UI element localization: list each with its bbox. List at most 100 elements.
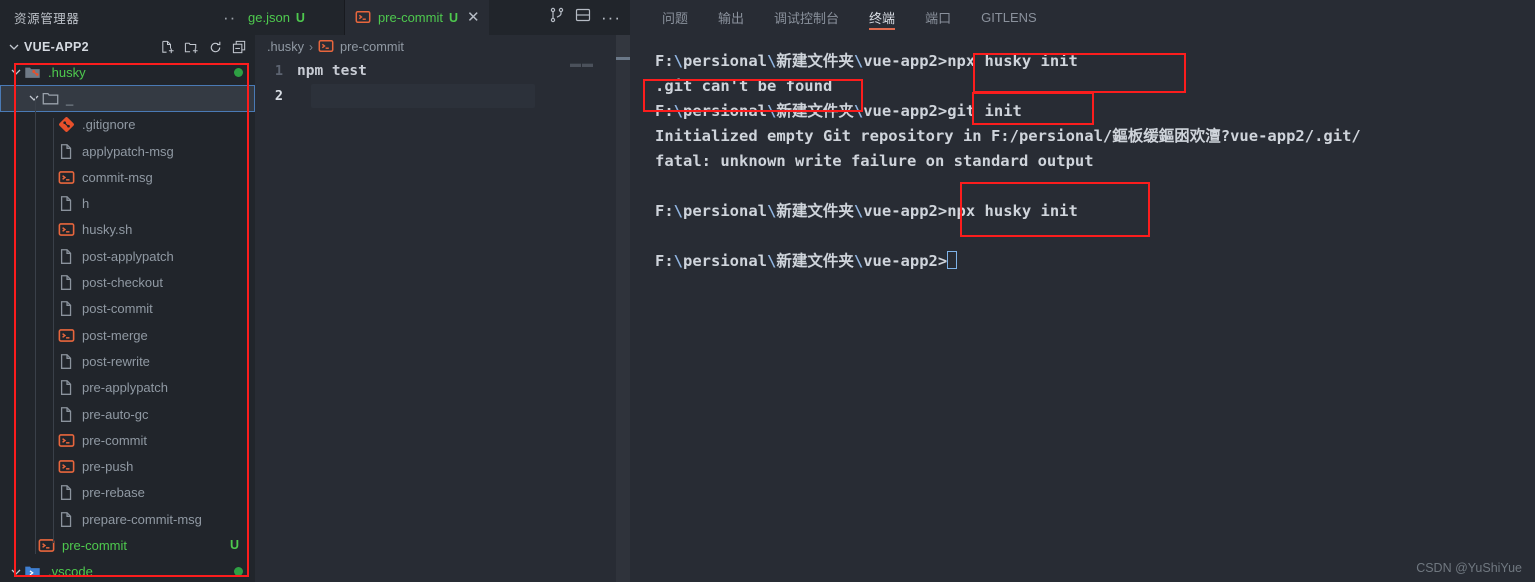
new-file-icon[interactable] (160, 40, 175, 55)
tree-item-prepare-commit-msg[interactable]: prepare-commit-msg (0, 506, 255, 532)
tree-item-label: .vscode (48, 564, 93, 579)
panel-tabs[interactable]: 问题输出调试控制台终端端口 GITLENS (630, 0, 1535, 35)
tree-item-h[interactable]: h (0, 190, 255, 216)
tree-item-label: post-merge (82, 328, 148, 343)
tree-item-label: post-rewrite (82, 354, 150, 369)
tree-item-pre-commit[interactable]: pre-commitU (0, 532, 255, 558)
tree-item-post-commit[interactable]: post-commit (0, 296, 255, 322)
file-icon (58, 484, 75, 501)
console-icon (58, 458, 75, 475)
file-icon (58, 379, 75, 396)
tree-item-label: applypatch-msg (82, 144, 174, 159)
source-control-icon[interactable] (549, 7, 565, 28)
tree-item-applypatch-msg[interactable]: applypatch-msg (0, 138, 255, 164)
file-icon (58, 406, 75, 423)
file-icon (58, 274, 75, 291)
tree-item-post-checkout[interactable]: post-checkout (0, 269, 255, 295)
tree-item-gitignore[interactable]: .gitignore (0, 112, 255, 138)
terminal-line: .git can't be found (655, 74, 1535, 99)
terminal-line: F:\persional\新建文件夹\vue-app2>npx husky in… (655, 199, 1535, 224)
tree-item-[interactable]: _ (0, 85, 255, 111)
tree-item-commit-msg[interactable]: commit-msg (0, 164, 255, 190)
editor-tab-package-json[interactable]: ge.json U (237, 0, 314, 35)
file-icon (58, 248, 75, 265)
terminal-line: fatal: unknown write failure on standard… (655, 149, 1535, 174)
editor-scrollbar-upper[interactable] (616, 35, 630, 57)
chevron-down-icon[interactable] (26, 90, 42, 106)
terminal-line: F:\persional\新建文件夹\vue-app2> (655, 249, 1535, 274)
tab-modified-badge: U (449, 11, 458, 25)
breadcrumb-file[interactable]: pre-commit (340, 39, 404, 54)
panel-tab-输出[interactable]: 输出 (718, 0, 744, 35)
line-number: 2 (255, 88, 297, 104)
workspace-root-row[interactable]: VUE-APP2 (0, 35, 255, 59)
refresh-icon[interactable] (208, 40, 223, 55)
tree-item-pre-auto-gc[interactable]: pre-auto-gc (0, 401, 255, 427)
tab-label: ge.json (248, 10, 290, 25)
tree-item-husky[interactable]: .husky (0, 59, 255, 85)
line-content: npm test (297, 63, 367, 79)
console-icon (58, 432, 75, 449)
tree-item-label: pre-applypatch (82, 380, 168, 395)
collapse-all-icon[interactable] (232, 40, 247, 55)
git-icon (58, 116, 75, 133)
file-icon (58, 143, 75, 160)
tree-item-label: post-checkout (82, 275, 163, 290)
folder-git-icon (24, 64, 41, 81)
terminal-cursor (947, 251, 957, 269)
tree-item-label: husky.sh (82, 222, 132, 237)
tree-item-post-merge[interactable]: post-merge (0, 322, 255, 348)
panel-tab-调试控制台[interactable]: 调试控制台 (774, 0, 839, 35)
tree-item-vscode[interactable]: .vscode (0, 559, 255, 582)
console-file-icon (355, 9, 372, 26)
editor-more-actions-icon[interactable]: ··· (601, 13, 621, 22)
tree-item-post-applypatch[interactable]: post-applypatch (0, 243, 255, 269)
chevron-down-icon[interactable] (8, 564, 24, 580)
tree-item-husky-sh[interactable]: husky.sh (0, 217, 255, 243)
file-tree[interactable]: .husky_ .gitignore applypatch-msg commit-ms… (0, 59, 255, 582)
terminal-output[interactable]: F:\persional\新建文件夹\vue-app2>npx husky in… (630, 35, 1535, 274)
editor-area: ge.json U pre-commit U ✕ ··· (255, 0, 630, 582)
tree-item-label: post-applypatch (82, 249, 174, 264)
chevron-down-icon[interactable] (6, 39, 22, 55)
folder-blue-icon (24, 563, 41, 580)
split-editor-icon[interactable] (575, 7, 591, 28)
tree-item-pre-applypatch[interactable]: pre-applypatch (0, 375, 255, 401)
status-badge: U (230, 538, 239, 552)
tree-item-label: .gitignore (82, 117, 135, 132)
tree-item-pre-push[interactable]: pre-push (0, 453, 255, 479)
panel-tab-终端[interactable]: 终端 (869, 0, 895, 35)
vscode-window: 资源管理器 ··· VUE-APP2 (0, 0, 1535, 582)
terminal-line: F:\persional\新建文件夹\vue-app2>npx husky in… (655, 49, 1535, 74)
tree-item-label: h (82, 196, 89, 211)
new-folder-icon[interactable] (184, 40, 199, 55)
tree-indent-guide-2 (53, 118, 54, 543)
workspace-name: VUE-APP2 (24, 40, 89, 54)
chevron-down-icon[interactable] (8, 64, 24, 80)
bottom-panel: 问题输出调试控制台终端端口 GITLENS F:\persional\新建文件夹\… (630, 0, 1535, 582)
explorer-title: 资源管理器 (14, 8, 80, 27)
breadcrumb-folder[interactable]: .husky (267, 39, 304, 54)
console-file-icon (318, 38, 335, 55)
tree-item-pre-commit[interactable]: pre-commit (0, 427, 255, 453)
tree-item-label: prepare-commit-msg (82, 512, 202, 527)
file-icon (58, 511, 75, 528)
file-icon (58, 195, 75, 212)
tree-item-post-rewrite[interactable]: post-rewrite (0, 348, 255, 374)
minimap[interactable]: ▬▬ (570, 58, 612, 70)
panel-tab-问题[interactable]: 问题 (662, 0, 688, 35)
terminal-line: Initialized empty Git repository in F:/p… (655, 124, 1535, 149)
tree-item-label: pre-commit (82, 433, 147, 448)
panel-tab-GITLENS[interactable]: GITLENS (981, 0, 1037, 35)
explorer-actions (160, 40, 247, 55)
close-icon[interactable]: ✕ (467, 10, 480, 25)
editor-scrollbar-lower[interactable] (616, 60, 630, 582)
console-icon (58, 169, 75, 186)
panel-tab-端口[interactable]: 端口 (925, 0, 951, 35)
folder-icon (42, 90, 59, 107)
tree-item-label: post-commit (82, 301, 153, 316)
breadcrumb[interactable]: .husky › pre-commit (255, 35, 630, 58)
editor-tab-pre-commit[interactable]: pre-commit U ✕ (344, 0, 489, 35)
tree-item-pre-rebase[interactable]: pre-rebase (0, 480, 255, 506)
tab-modified-badge: U (296, 11, 305, 25)
